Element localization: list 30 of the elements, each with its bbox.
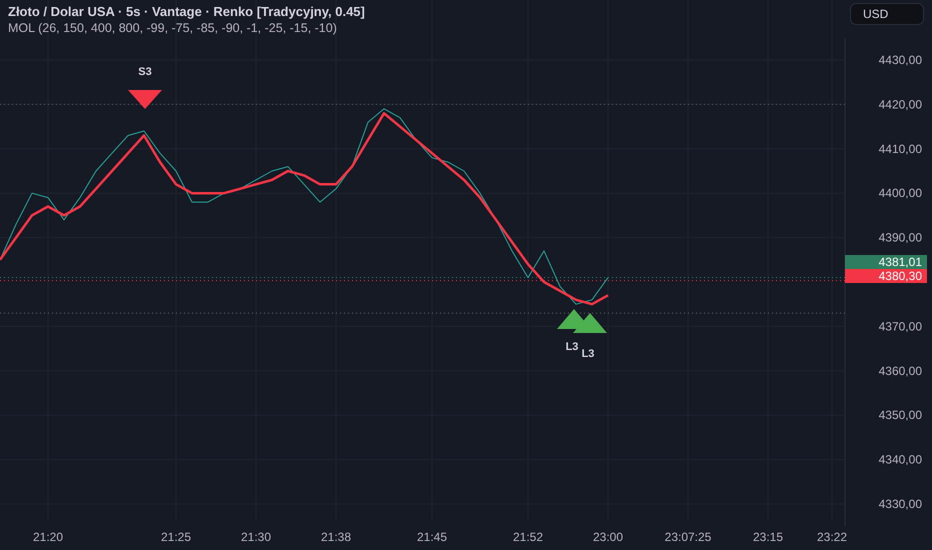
time-axis-label: 21:30 [240, 530, 272, 544]
price-axis-label: 4370,00 [878, 319, 922, 334]
price-axis-label: 4390,00 [878, 230, 922, 245]
price-tag: 4380,30 [845, 269, 927, 283]
price-axis-label: 4350,00 [878, 408, 922, 422]
signal-label: L3 [566, 341, 578, 353]
time-axis-label: 21:45 [416, 530, 448, 544]
price-axis-label: 4360,00 [878, 364, 922, 378]
time-axis-label: 21:25 [160, 530, 192, 544]
chart-title: Złoto / Dolar USA · 5s · Vantage · Renko [Tradycyjny, 0.45] [8, 4, 365, 20]
price-axis-label: 4340,00 [878, 452, 922, 467]
price-axis-label: 4330,00 [878, 497, 922, 511]
time-axis-label: 23:07:25 [664, 530, 712, 544]
time-axis-label: 21:20 [32, 530, 64, 544]
time-axis-label: 23:22 [816, 530, 848, 544]
price-axis-label: 4420,00 [878, 97, 922, 112]
price-tag: 4381,01 [845, 255, 927, 269]
buy-marker-icon [573, 313, 607, 333]
time-axis-label: 23:15 [752, 530, 784, 544]
time-axis-label: 21:52 [512, 530, 544, 544]
sell-marker-icon [128, 90, 162, 109]
price-axis-label: 4400,00 [878, 186, 922, 200]
signal-label: S3 [138, 66, 152, 78]
price-axis-label: 4430,00 [878, 53, 922, 67]
time-axis-label: 21:38 [320, 530, 352, 544]
indicator-legend: MOL (26, 150, 400, 800, -99, -75, -85, -90, -1, -25, -15, -10) [8, 20, 365, 36]
signal-label: L3 [582, 348, 594, 360]
price-axis-label: 4410,00 [878, 142, 922, 156]
currency-button[interactable]: USD [850, 3, 924, 25]
time-axis-label: 23:00 [592, 530, 624, 544]
